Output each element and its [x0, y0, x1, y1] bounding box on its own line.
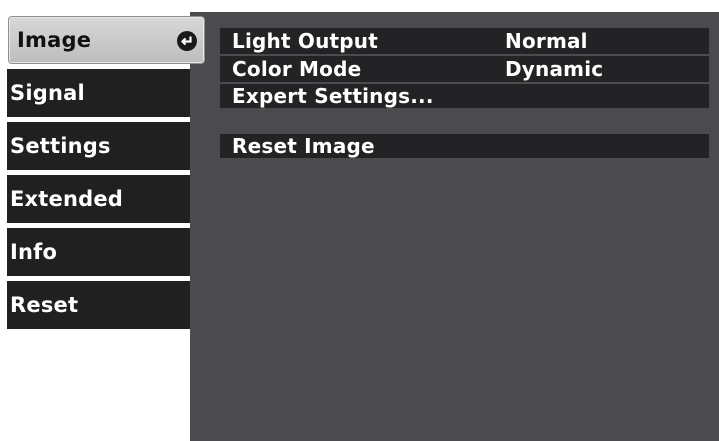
- tab-label: Extended: [10, 187, 124, 211]
- menu-item-light-output[interactable]: Light Output Normal: [220, 28, 709, 54]
- tab-label: Info: [10, 240, 58, 264]
- tab-extended[interactable]: Extended: [7, 175, 190, 223]
- tab-label: Signal: [10, 81, 85, 105]
- tab-info[interactable]: Info: [7, 228, 190, 276]
- menu-item-label: Reset Image: [232, 134, 375, 158]
- enter-return-icon: [177, 31, 197, 51]
- tab-image[interactable]: Image: [8, 16, 205, 64]
- tab-label: Settings: [10, 134, 111, 158]
- menu-item-reset-image[interactable]: Reset Image: [220, 134, 709, 158]
- tab-label: Image: [17, 28, 92, 52]
- tab-settings[interactable]: Settings: [7, 122, 190, 170]
- tab-reset[interactable]: Reset: [7, 281, 190, 329]
- tab-label: Reset: [10, 293, 79, 317]
- menu-item-label: Color Mode: [232, 57, 362, 81]
- menu-item-value: Dynamic: [505, 57, 604, 81]
- menu-item-color-mode[interactable]: Color Mode Dynamic: [220, 56, 709, 82]
- menu-item-expert-settings[interactable]: Expert Settings...: [220, 84, 709, 108]
- menu-item-value: Normal: [505, 29, 588, 53]
- tab-signal[interactable]: Signal: [7, 69, 190, 117]
- menu-item-label: Light Output: [232, 29, 378, 53]
- menu-item-label: Expert Settings...: [232, 84, 434, 108]
